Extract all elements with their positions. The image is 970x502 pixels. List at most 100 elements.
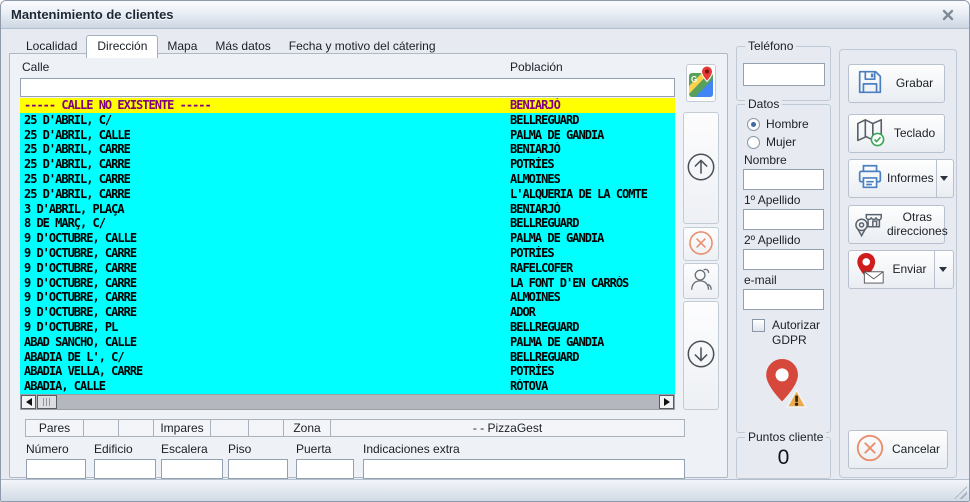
field-escalera-input[interactable] — [161, 459, 223, 479]
field-indicaciones-extra-label: Indicaciones extra — [363, 442, 685, 456]
close-button[interactable] — [937, 6, 959, 24]
gdpr-checkbox[interactable] — [752, 319, 765, 332]
grabar-label: Grabar — [887, 77, 942, 91]
delete-record-button[interactable] — [683, 227, 719, 261]
street-row-poblacion: L'ALQUERIA DE LA COMTE — [510, 187, 675, 202]
radio-mujer[interactable] — [747, 136, 760, 149]
enviar-label: Enviar — [887, 263, 932, 277]
datos-field-nombre-input[interactable] — [743, 169, 824, 190]
calle-column-header: Calle — [22, 60, 49, 74]
tab-fecha-y-motivo-del-c-tering[interactable]: Fecha y motivo del cátering — [280, 37, 445, 57]
datos-field-1-apellido-input[interactable] — [743, 209, 824, 230]
google-maps-button[interactable]: G — [686, 64, 716, 102]
street-row-calle: 3 D'ABRIL, PLAÇA — [20, 202, 510, 217]
street-row[interactable]: ----- CALLE NO EXISTENTE -----BENIARJÓ — [20, 98, 675, 113]
tab-page-direccion: Calle Población ----- CALLE NO EXISTENTE… — [9, 53, 728, 478]
street-row-poblacion: ALMOINES — [510, 290, 675, 305]
nav-up-button[interactable] — [683, 112, 719, 224]
street-row[interactable]: 25 D'ABRIL, CARREL'ALQUERIA DE LA COMTE — [20, 187, 675, 202]
datos-field-2-apellido-input[interactable] — [743, 249, 824, 270]
teclado-button[interactable]: Teclado — [848, 114, 945, 153]
scrollbar-thumb[interactable] — [37, 395, 57, 409]
grabar-button[interactable]: Grabar — [848, 64, 945, 103]
field-indicaciones-extra-input[interactable] — [363, 459, 685, 479]
street-row-calle: 9 D'OCTUBRE, CALLE — [20, 231, 510, 246]
street-row[interactable]: 25 D'ABRIL, CARREBENIARJÓ — [20, 142, 675, 157]
resize-grip[interactable] — [954, 486, 967, 499]
street-row[interactable]: 25 D'ABRIL, CALLEPALMA DE GANDIA — [20, 128, 675, 143]
street-row-calle: 25 D'ABRIL, CARRE — [20, 142, 510, 157]
radio-hombre[interactable] — [747, 118, 760, 131]
customer-button[interactable] — [683, 263, 719, 299]
field-edificio-input[interactable] — [94, 459, 156, 479]
tab-bar: LocalidadDirecciónMapaMás datosFecha y m… — [17, 34, 445, 57]
datos-field-e-mail-label: e-mail — [744, 273, 824, 287]
tab-direcci-n[interactable]: Dirección — [86, 35, 158, 58]
street-search-input[interactable] — [20, 78, 675, 97]
datos-field-e-mail-input[interactable] — [743, 289, 824, 310]
street-row[interactable]: ABADIA, CALLERÓTOVA — [20, 379, 675, 394]
otras-direcciones-button[interactable]: Otras direcciones — [848, 205, 945, 244]
street-row[interactable]: 25 D'ABRIL, C/BELLREGUARD — [20, 113, 675, 128]
delete-x-icon — [686, 228, 716, 261]
horizontal-scrollbar[interactable] — [20, 394, 675, 410]
street-row-calle: ABADIA, CALLE — [20, 379, 510, 394]
street-row[interactable]: 9 D'OCTUBRE, CARRELA FONT D'EN CARRÒS — [20, 276, 675, 291]
strip-cell — [249, 419, 284, 437]
street-row[interactable]: ABADIA VELLA, CARREPOTRÍES — [20, 364, 675, 379]
datos-field-1-apellido: 1º Apellido — [743, 193, 824, 230]
telefono-input[interactable] — [743, 63, 825, 86]
puntos-cliente-group: Puntos cliente 0 — [736, 437, 831, 479]
customer-icon — [686, 265, 716, 298]
street-row-calle: 9 D'OCTUBRE, CARRE — [20, 305, 510, 320]
strip-cell — [119, 419, 154, 437]
enviar-button[interactable]: Enviar — [848, 250, 954, 289]
datos-field-nombre-label: Nombre — [744, 153, 824, 167]
field-n-mero-input[interactable] — [26, 459, 86, 479]
statusbar — [1, 479, 969, 501]
datos-group: Datos HombreMujer Nombre1º Apellido2º Ap… — [736, 104, 831, 433]
street-row-poblacion: PALMA DE GANDIA — [510, 128, 675, 143]
street-row[interactable]: 25 D'ABRIL, CARREALMOINES — [20, 172, 675, 187]
enviar-dropdown-button[interactable] — [935, 267, 951, 272]
street-row[interactable]: 9 D'OCTUBRE, CARREADOR — [20, 305, 675, 320]
gdpr-row: Autorizar GDPR — [745, 318, 824, 348]
google-maps-icon: G — [688, 65, 714, 102]
street-row[interactable]: 9 D'OCTUBRE, CARREPOTRÍES — [20, 246, 675, 261]
street-row[interactable]: 8 DE MARÇ, C/BELLREGUARD — [20, 216, 675, 231]
datos-field-e-mail: e-mail — [743, 273, 824, 310]
cancelar-button[interactable]: Cancelar — [848, 430, 948, 469]
scroll-right-button[interactable] — [659, 395, 674, 409]
field-piso-input[interactable] — [228, 459, 288, 479]
street-row-poblacion: PALMA DE GANDIA — [510, 231, 675, 246]
printer-icon — [855, 162, 885, 195]
field-puerta-input[interactable] — [296, 459, 354, 479]
nav-down-button[interactable] — [683, 301, 719, 410]
tab-m-s-datos[interactable]: Más datos — [206, 37, 279, 57]
scroll-left-button[interactable] — [21, 395, 36, 409]
street-row[interactable]: 25 D'ABRIL, CARREPOTRÍES — [20, 157, 675, 172]
street-row-poblacion: RAFELCOFER — [510, 261, 675, 276]
street-row[interactable]: ABADIA DE L', C/BELLREGUARD — [20, 350, 675, 365]
arrow-down-icon — [685, 338, 717, 373]
field-escalera-label: Escalera — [161, 442, 223, 456]
street-row-calle: 9 D'OCTUBRE, CARRE — [20, 290, 510, 305]
tab-mapa[interactable]: Mapa — [158, 37, 206, 57]
street-row[interactable]: 9 D'OCTUBRE, CARREALMOINES — [20, 290, 675, 305]
titlebar[interactable]: Mantenimiento de clientes — [1, 1, 969, 29]
arrow-up-icon — [685, 151, 717, 186]
street-row[interactable]: 9 D'OCTUBRE, CALLEPALMA DE GANDIA — [20, 231, 675, 246]
street-row-poblacion: LA FONT D'EN CARRÒS — [510, 276, 675, 291]
street-row[interactable]: ABAD SANCHO, CALLEPALMA DE GANDIA — [20, 335, 675, 350]
street-row[interactable]: 3 D'ABRIL, PLAÇABENIARJÓ — [20, 202, 675, 217]
street-row-calle: 25 D'ABRIL, CALLE — [20, 128, 510, 143]
street-row[interactable]: 9 D'OCTUBRE, PLBELLREGUARD — [20, 320, 675, 335]
tab-localidad[interactable]: Localidad — [17, 37, 86, 57]
street-row[interactable]: 9 D'OCTUBRE, CARRERAFELCOFER — [20, 261, 675, 276]
informes-button[interactable]: Informes — [848, 159, 954, 198]
window: Mantenimiento de clientes LocalidadDirec… — [0, 0, 970, 502]
street-row-calle: ABADIA DE L', C/ — [20, 350, 510, 365]
radio-mujer-label: Mujer — [766, 135, 796, 149]
scroll-right-icon — [664, 398, 670, 406]
informes-dropdown-button[interactable] — [937, 176, 951, 181]
